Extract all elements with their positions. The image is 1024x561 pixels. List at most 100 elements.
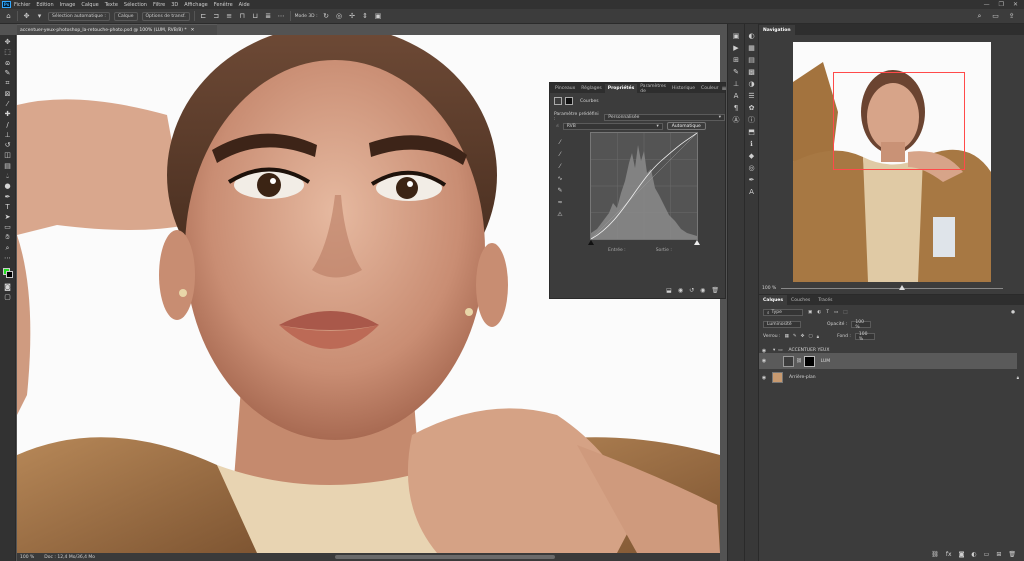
orbit-3d-icon[interactable]: ↻: [322, 12, 331, 21]
background-color-swatch[interactable]: [5, 270, 13, 278]
paths-icon[interactable]: ✒: [746, 174, 757, 185]
tab-proprietes[interactable]: Propriétés: [604, 84, 638, 93]
hand-tool-icon[interactable]: ✋︎: [2, 233, 14, 243]
align-center-icon[interactable]: ⊐: [212, 12, 221, 21]
horizontal-scrollbar[interactable]: [335, 555, 555, 559]
tab-calques[interactable]: Calques: [759, 295, 788, 305]
lock-move-icon[interactable]: ✥: [801, 334, 805, 339]
home-icon[interactable]: ⌂: [4, 12, 13, 21]
tab-traces[interactable]: Tracés: [814, 295, 836, 305]
properties-icon[interactable]: ☰: [746, 90, 757, 101]
auto-select-checkbox[interactable]: Sélection automatique :: [48, 11, 110, 21]
roll-3d-icon[interactable]: ◎: [335, 12, 344, 21]
trash-icon[interactable]: 🗑︎: [711, 287, 719, 294]
patterns-icon[interactable]: ▩: [746, 66, 757, 77]
new-layer-icon[interactable]: ⊞: [996, 551, 1001, 558]
lock-pixels-icon[interactable]: ▦: [785, 334, 789, 339]
path-selection-tool-icon[interactable]: ➤: [2, 212, 14, 222]
draw-curve-icon[interactable]: ✎: [556, 186, 564, 194]
link-layers-icon[interactable]: ⛓︎: [931, 551, 939, 558]
clipping-warning-icon[interactable]: ⚠: [556, 210, 564, 218]
new-adjustment-icon[interactable]: ◐: [971, 551, 976, 558]
document-tab[interactable]: accentuer-yeux-photoshop_la-retouche-pho…: [17, 24, 217, 35]
black-point-slider[interactable]: [588, 240, 594, 245]
layer-style-icon[interactable]: fx: [946, 551, 952, 558]
blur-tool-icon[interactable]: 💧︎: [2, 171, 14, 181]
color-swatches[interactable]: [2, 267, 14, 279]
target-adjust-icon[interactable]: ☝: [556, 124, 559, 129]
gradients-icon[interactable]: ▤: [746, 54, 757, 65]
quick-select-tool-icon[interactable]: ✎: [2, 68, 14, 78]
scale-3d-icon[interactable]: ▣: [374, 12, 383, 21]
clone-stamp-tool-icon[interactable]: ⊥: [2, 130, 14, 140]
distribute-icon[interactable]: ⋯: [277, 12, 286, 21]
info-icon[interactable]: ℹ: [746, 138, 757, 149]
edit-toolbar-icon[interactable]: ⋯: [2, 253, 14, 263]
menu-fenetre[interactable]: Fenêtre: [214, 2, 233, 8]
shapes-icon[interactable]: ◆: [746, 150, 757, 161]
learn-icon[interactable]: ⓘ: [746, 114, 757, 125]
brushes-icon[interactable]: ✿: [746, 102, 757, 113]
filter-shape-icon[interactable]: ▭: [834, 310, 838, 315]
share-icon[interactable]: ⇪: [1007, 12, 1016, 21]
align-left-icon[interactable]: ⊏: [199, 12, 208, 21]
gradient-tool-icon[interactable]: ▤: [2, 161, 14, 171]
adjustments-icon[interactable]: ◑: [746, 78, 757, 89]
glyphs-icon[interactable]: Ⓐ: [731, 114, 742, 125]
layer-filter-dropdown[interactable]: ⌕ Type: [763, 309, 803, 316]
menu-affichage[interactable]: Affichage: [184, 2, 208, 8]
minimize-button[interactable]: —: [984, 1, 990, 8]
layer-row-background[interactable]: ◉ Arrière-plan 🔒︎: [759, 370, 1019, 385]
visibility-eye-icon[interactable]: ◉: [759, 375, 769, 381]
menu-aide[interactable]: Aide: [239, 2, 250, 8]
zoom-tool-icon[interactable]: ⌕: [2, 243, 14, 253]
align-right-icon[interactable]: ≡: [225, 12, 234, 21]
brush-tool-icon[interactable]: /: [2, 119, 14, 129]
sample-white-eyedropper-icon[interactable]: ⁄: [556, 162, 564, 170]
filter-toggle-icon[interactable]: ●: [1011, 310, 1015, 315]
eyedropper-tool-icon[interactable]: ⁄: [2, 99, 14, 109]
view-previous-icon[interactable]: ◉: [678, 287, 683, 294]
search-icon[interactable]: ⌕: [975, 12, 984, 21]
maximize-button[interactable]: ❐: [999, 1, 1004, 8]
menu-image[interactable]: Image: [60, 2, 76, 8]
auto-button[interactable]: Automatique: [666, 122, 706, 130]
tab-historique[interactable]: Historique: [669, 84, 698, 93]
rectangle-tool-icon[interactable]: ▭: [2, 222, 14, 232]
trash-icon[interactable]: 🗑︎: [1008, 551, 1016, 558]
crop-tool-icon[interactable]: ⌗: [2, 78, 14, 88]
filter-adjustment-icon[interactable]: ◐: [817, 310, 821, 315]
tab-couleur[interactable]: Couleur: [698, 84, 721, 93]
visibility-icon[interactable]: ◉: [700, 287, 705, 294]
lasso-tool-icon[interactable]: ɷ: [2, 58, 14, 68]
sample-black-eyedropper-icon[interactable]: ⁄: [556, 138, 564, 146]
tab-reglages[interactable]: Réglages: [578, 84, 605, 93]
dodge-tool-icon[interactable]: ●: [2, 181, 14, 191]
clip-to-layer-icon[interactable]: ⬓: [666, 287, 672, 294]
workspace-icon[interactable]: ▭: [991, 12, 1000, 21]
transform-options-checkbox[interactable]: Options de transf.: [141, 11, 190, 21]
blend-mode-dropdown[interactable]: Luminosité: [763, 321, 801, 328]
eraser-tool-icon[interactable]: ◫: [2, 150, 14, 160]
libraries-icon[interactable]: ⊞: [731, 54, 742, 65]
tab-pinceaux[interactable]: Pinceaux: [552, 84, 578, 93]
paragraph-icon[interactable]: ¶: [731, 102, 742, 113]
filter-pixel-icon[interactable]: ▣: [808, 310, 812, 315]
marquee-tool-icon[interactable]: ⬚: [2, 47, 14, 57]
healing-brush-tool-icon[interactable]: ✚: [2, 109, 14, 119]
menu-fichier[interactable]: Fichier: [14, 2, 30, 8]
drag-3d-icon[interactable]: ✢: [348, 12, 357, 21]
channel-dropdown[interactable]: RVB ▾: [562, 122, 663, 130]
pen-tool-icon[interactable]: ✒: [2, 191, 14, 201]
new-group-icon[interactable]: ▭: [984, 551, 990, 558]
layer-row-selected[interactable]: ◉ ⛓︎ LUM: [759, 353, 1017, 369]
navigator-zoom-value[interactable]: 100 %: [762, 286, 776, 291]
lock-artboard-icon[interactable]: ▢: [808, 334, 812, 339]
layer-mask-thumbnail[interactable]: [803, 355, 815, 367]
reset-icon[interactable]: ↺: [689, 287, 694, 294]
lock-paint-icon[interactable]: ✎: [793, 334, 797, 339]
lock-all-icon[interactable]: 🔒︎: [817, 334, 819, 340]
close-document-icon[interactable]: ✕: [191, 28, 195, 33]
character-icon[interactable]: A: [731, 90, 742, 101]
channels-icon[interactable]: ◎: [746, 162, 757, 173]
